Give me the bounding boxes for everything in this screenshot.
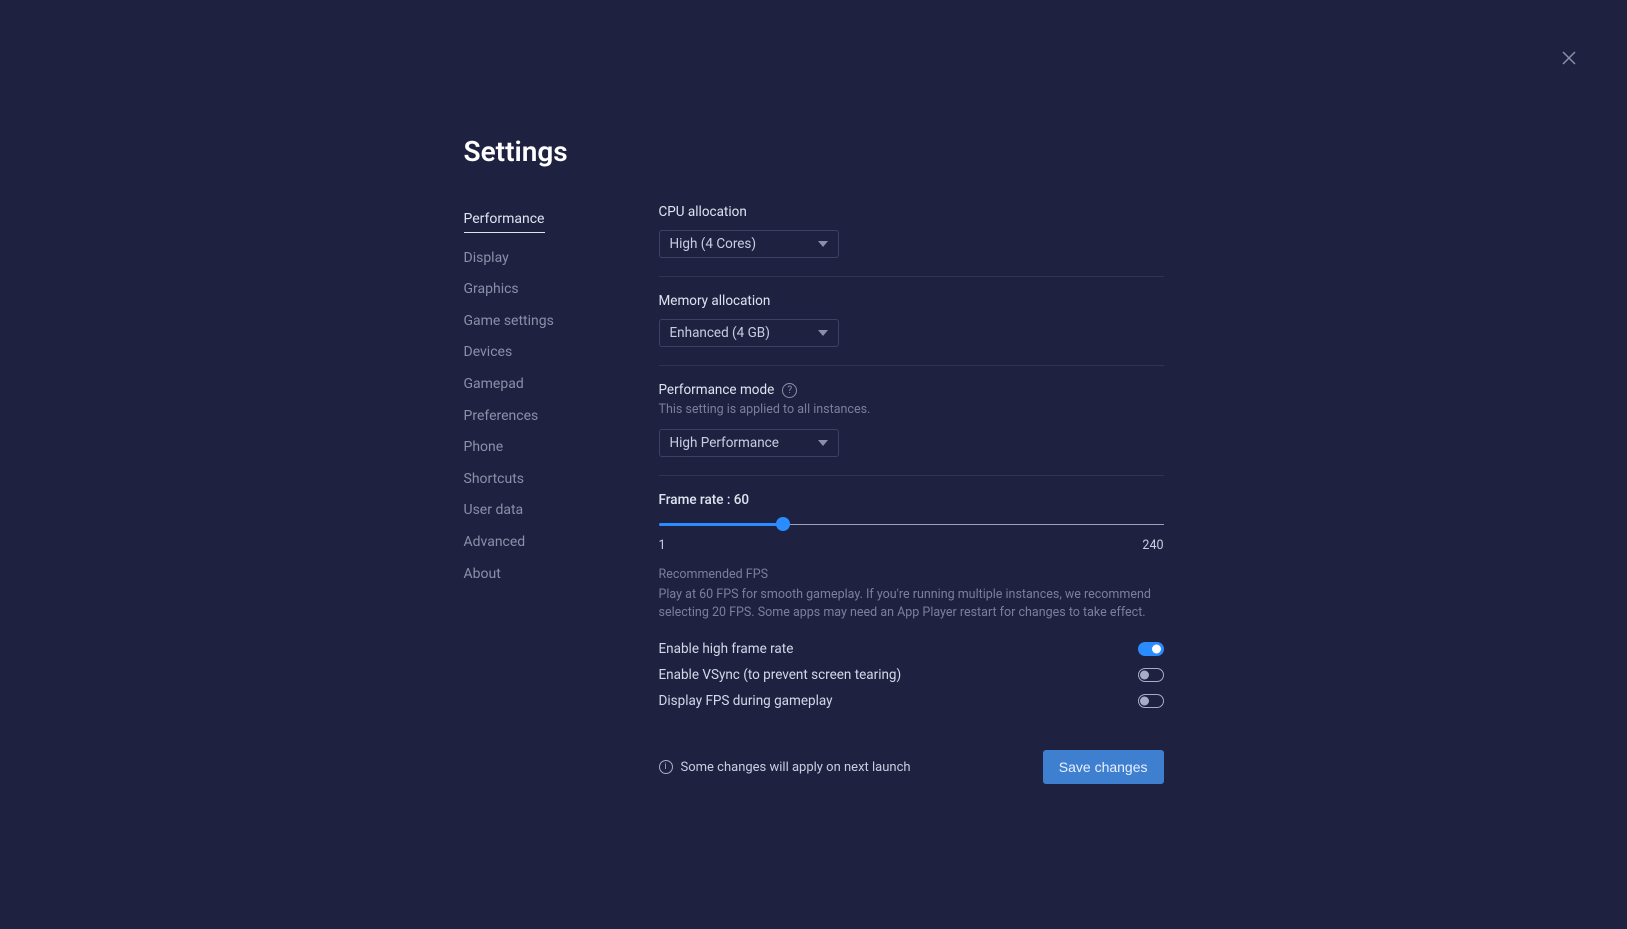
memory-allocation-select[interactable]: Enhanced (4 GB) xyxy=(659,319,839,347)
settings-content: CPU allocation High (4 Cores) Memory all… xyxy=(659,204,1164,784)
frame-rate-label: Frame rate : 60 xyxy=(659,492,1164,508)
close-icon xyxy=(1561,50,1577,66)
recommended-fps-title: Recommended FPS xyxy=(659,567,1164,582)
performance-mode-sub: This setting is applied to all instances… xyxy=(659,402,1164,417)
slider-max-label: 240 xyxy=(1142,538,1163,553)
memory-allocation-section: Memory allocation Enhanced (4 GB) xyxy=(659,293,1164,366)
sidebar-item-game-settings[interactable]: Game settings xyxy=(464,306,659,338)
sidebar-item-about[interactable]: About xyxy=(464,559,659,591)
toggle-switch[interactable] xyxy=(1138,694,1164,708)
page-title: Settings xyxy=(464,135,1164,168)
slider-thumb[interactable] xyxy=(776,517,790,531)
toggle-switch[interactable] xyxy=(1138,668,1164,682)
sidebar-item-display[interactable]: Display xyxy=(464,243,659,275)
toggle-knob xyxy=(1152,645,1161,654)
cpu-allocation-label: CPU allocation xyxy=(659,204,1164,220)
sidebar-item-devices[interactable]: Devices xyxy=(464,337,659,369)
recommended-fps-body: Play at 60 FPS for smooth gameplay. If y… xyxy=(659,586,1164,622)
slider-min-label: 1 xyxy=(659,538,666,553)
sidebar-item-graphics[interactable]: Graphics xyxy=(464,274,659,306)
save-changes-button[interactable]: Save changes xyxy=(1043,750,1164,784)
toggle-label: Enable VSync (to prevent screen tearing) xyxy=(659,667,902,683)
cpu-allocation-value: High (4 Cores) xyxy=(670,236,757,252)
performance-mode-label: Performance mode xyxy=(659,382,775,398)
launch-notice: i Some changes will apply on next launch xyxy=(659,760,911,775)
toggle-label: Display FPS during gameplay xyxy=(659,693,833,709)
sidebar-item-performance[interactable]: Performance xyxy=(464,204,545,233)
frame-rate-slider[interactable] xyxy=(659,518,1164,532)
toggle-knob xyxy=(1140,697,1149,706)
sidebar-item-gamepad[interactable]: Gamepad xyxy=(464,369,659,401)
performance-mode-select[interactable]: High Performance xyxy=(659,429,839,457)
toggle-row: Enable VSync (to prevent screen tearing) xyxy=(659,662,1164,688)
toggle-row: Enable high frame rate xyxy=(659,636,1164,662)
toggle-label: Enable high frame rate xyxy=(659,641,794,657)
sidebar-item-user-data[interactable]: User data xyxy=(464,495,659,527)
cpu-allocation-section: CPU allocation High (4 Cores) xyxy=(659,204,1164,277)
info-icon: i xyxy=(659,760,673,774)
performance-mode-value: High Performance xyxy=(670,435,779,451)
memory-allocation-label: Memory allocation xyxy=(659,293,1164,309)
toggle-knob xyxy=(1140,671,1149,680)
settings-sidebar: Performance DisplayGraphicsGame settingsD… xyxy=(464,204,659,784)
chevron-down-icon xyxy=(818,328,828,338)
sidebar-item-advanced[interactable]: Advanced xyxy=(464,527,659,559)
sidebar-item-shortcuts[interactable]: Shortcuts xyxy=(464,464,659,496)
sidebar-item-preferences[interactable]: Preferences xyxy=(464,401,659,433)
toggle-switch[interactable] xyxy=(1138,642,1164,656)
cpu-allocation-select[interactable]: High (4 Cores) xyxy=(659,230,839,258)
help-icon[interactable]: ? xyxy=(782,383,797,398)
chevron-down-icon xyxy=(818,438,828,448)
close-button[interactable] xyxy=(1559,48,1579,68)
slider-fill xyxy=(659,523,784,526)
performance-mode-section: Performance mode ? This setting is appli… xyxy=(659,382,1164,476)
memory-allocation-value: Enhanced (4 GB) xyxy=(670,325,770,341)
sidebar-item-phone[interactable]: Phone xyxy=(464,432,659,464)
toggle-row: Display FPS during gameplay xyxy=(659,688,1164,714)
launch-notice-text: Some changes will apply on next launch xyxy=(681,760,911,775)
frame-rate-section: Frame rate : 60 1 240 Recommended FPS Pl… xyxy=(659,492,1164,714)
chevron-down-icon xyxy=(818,239,828,249)
